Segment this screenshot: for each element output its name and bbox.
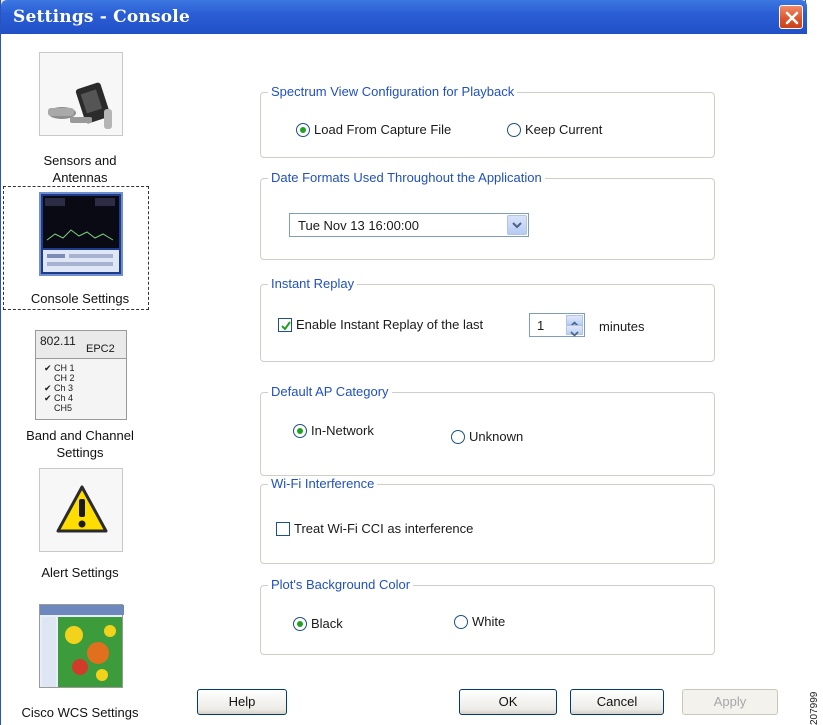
sidebar-label: Settings [56,445,104,460]
sidebar-label: Sensors and [43,153,117,168]
date-format-dropdown[interactable]: Tue Nov 13 16:00:00 [289,213,529,237]
checkbox-enable-instant-replay[interactable]: Enable Instant Replay of the last [278,317,483,332]
radio-label: Keep Current [525,122,603,137]
channel-label: CH5 [54,403,73,413]
checkbox[interactable] [276,521,290,536]
channel-label: Ch 3 [54,383,74,393]
group-wifi-interference: Wi-Fi Interference Treat Wi-Fi CCI as in… [260,476,715,564]
group-title: Date Formats Used Throughout the Applica… [268,170,545,185]
group-title: Spectrum View Configuration for Playback [268,84,518,99]
spin-up-button[interactable] [566,315,583,327]
spinner-value: 1 [537,318,545,333]
alert-warning-icon [39,468,123,552]
close-icon [785,11,799,25]
cancel-button[interactable]: Cancel [570,689,664,715]
band-channel-icon: 802.11 EPC2 ✔ CH 1 CH 2 ✔ Ch 3 ✔ Ch 4 CH5 [35,330,127,420]
radio-in-network[interactable]: In-Network [293,423,374,438]
sidebar-item-sensors-antennas[interactable]: Sensors and Antennas [1,52,159,185]
group-title: Plot's Background Color [268,577,414,592]
radio-unknown[interactable]: Unknown [451,429,523,444]
settings-sidebar: Sensors and Antennas Console Settings 80… [1,34,177,725]
radio-button[interactable] [296,122,310,137]
sidebar-item-wcs-settings[interactable]: Cisco WCS Settings [1,604,159,724]
wcs-settings-icon [39,604,124,688]
checkbox-label: Treat Wi-Fi CCI as interference [294,521,474,536]
radio-black[interactable]: Black [293,616,343,631]
date-format-value: Tue Nov 13 16:00:00 [298,218,419,233]
channel-label: Ch 4 [54,393,74,403]
sidebar-item-console-settings[interactable]: Console Settings [1,192,159,310]
help-button[interactable]: Help [197,689,287,715]
channel-label: CH 2 [54,373,75,383]
radio-label: Load From Capture File [314,122,452,137]
replay-minutes-spinner[interactable]: 1 [529,313,585,337]
group-instant-replay: Instant Replay Enable Instant Replay of … [260,276,715,362]
group-title: Instant Replay [268,276,358,291]
minutes-unit-label: minutes [599,319,645,334]
radio-label: Unknown [469,429,524,444]
title-bar[interactable]: Settings - Console [1,0,807,34]
window-title: Settings - Console [13,7,190,27]
sidebar-label: Band and Channel [26,428,134,443]
sidebar-label: Cisco WCS Settings [21,705,139,720]
radio-load-from-capture[interactable]: Load From Capture File [296,122,451,137]
group-date-formats: Date Formats Used Throughout the Applica… [260,170,715,260]
close-button[interactable] [779,5,803,29]
radio-button[interactable] [293,616,307,631]
dropdown-button[interactable] [507,215,527,235]
figure-number: 207999 [809,691,820,725]
settings-content: Spectrum View Configuration for Playback… [177,34,807,725]
console-settings-icon [39,192,123,276]
sensors-antennas-icon [39,52,123,136]
group-default-ap-category: Default AP Category In-Network Unknown [260,384,715,476]
radio-button[interactable] [454,614,468,629]
radio-button[interactable] [451,429,465,444]
chevron-down-icon [570,331,579,337]
checkbox-treat-wifi-cci[interactable]: Treat Wi-Fi CCI as interference [276,521,473,536]
ok-button[interactable]: OK [459,689,557,715]
apply-button[interactable]: Apply [682,689,778,715]
radio-label: In-Network [311,423,374,438]
group-title: Wi-Fi Interference [268,476,378,491]
settings-dialog: Settings - Console Sensors and Antennas … [0,0,807,725]
chevron-down-icon [512,222,522,229]
channel-label: CH 1 [54,363,75,373]
radio-button[interactable] [293,423,307,438]
radio-label: Black [311,616,343,631]
band-title: 802.11 [40,334,76,348]
sidebar-label: Antennas [52,170,108,185]
radio-white[interactable]: White [454,614,505,629]
radio-label: White [472,614,506,629]
group-spectrum-view: Spectrum View Configuration for Playback… [260,84,715,158]
sidebar-label: Console Settings [30,291,130,306]
radio-keep-current[interactable]: Keep Current [507,122,602,137]
group-title: Default AP Category [268,384,392,399]
radio-button[interactable] [507,122,521,137]
group-plot-background: Plot's Background Color Black White [260,577,715,655]
spin-down-button[interactable] [566,325,583,337]
checkmark-icon [281,320,291,331]
sidebar-label: Alert Settings [41,565,119,580]
sidebar-item-band-channel[interactable]: 802.11 EPC2 ✔ CH 1 CH 2 ✔ Ch 3 ✔ Ch 4 CH5 B… [1,330,159,462]
checkbox-label: Enable Instant Replay of the last [296,317,484,332]
sidebar-item-alert-settings[interactable]: Alert Settings [1,468,159,588]
checkbox[interactable] [278,317,292,332]
band-sub: EPC2 [86,343,115,355]
